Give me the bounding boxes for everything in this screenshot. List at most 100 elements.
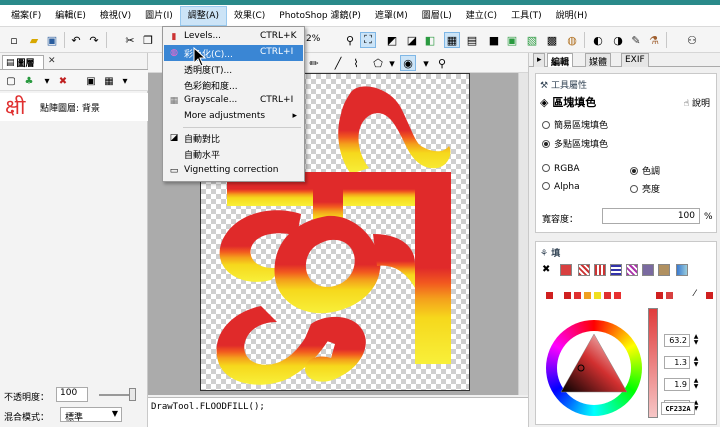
color-swatch[interactable]	[614, 292, 621, 299]
tab-edit[interactable]: 編輯	[547, 53, 574, 68]
menu-item-more-adjustments[interactable]: More adjustments ▸	[164, 109, 303, 125]
fill-tool-icon[interactable]: ◉	[400, 55, 416, 71]
color-swatch[interactable]	[706, 292, 713, 299]
delete-layer-icon[interactable]: ✖	[56, 74, 70, 88]
menu-tools[interactable]: 工具(T)	[504, 6, 549, 26]
flip-icon[interactable]: ◧	[422, 32, 438, 48]
color-swatch[interactable]	[604, 292, 611, 299]
menu-layers[interactable]: 圖層(L)	[415, 6, 459, 26]
brush-icon[interactable]: ✎	[628, 32, 644, 48]
menu-edit[interactable]: 編輯(E)	[48, 6, 93, 26]
layer-row[interactable]: क्षी 點陣圖層: 背景	[0, 93, 148, 121]
saturation-input[interactable]: 1.3	[664, 356, 690, 369]
tab-media[interactable]: 媒體	[585, 53, 612, 68]
redo-icon[interactable]: ↷	[86, 32, 102, 48]
menu-help[interactable]: 說明(H)	[549, 6, 595, 26]
opacity-slider-handle[interactable]	[129, 388, 136, 401]
menu-create[interactable]: 建立(C)	[459, 6, 504, 26]
fit-window-icon[interactable]: ⛶	[360, 32, 376, 48]
radio-alpha[interactable]: Alpha	[542, 182, 580, 192]
dropdown-arrow-icon[interactable]: ▾	[384, 55, 400, 71]
spin-arrows-icon[interactable]: ▲ ▼	[692, 378, 700, 391]
menu-adjust[interactable]: 調整(A)	[179, 5, 227, 26]
menu-item-levels[interactable]: ▮ Levels... CTRL+K	[164, 29, 303, 45]
fill-pattern-swatch[interactable]	[610, 264, 622, 276]
spin-arrows-icon[interactable]: ▲ ▼	[692, 356, 700, 369]
value-input[interactable]: 1.9	[664, 378, 690, 391]
menu-item-grayscale[interactable]: ▦ Grayscale... CTRL+I	[164, 93, 303, 109]
color-wheel[interactable]	[546, 320, 642, 416]
radio-brightness[interactable]: 亮度	[630, 182, 660, 195]
eyedropper-tool-icon[interactable]: ⚲	[434, 55, 450, 71]
layer-settings-icon[interactable]: ▦	[102, 74, 116, 88]
new-file-icon[interactable]: ▫	[6, 32, 22, 48]
rotate-icon[interactable]: ◍	[564, 32, 580, 48]
eyedropper-icon[interactable]: ⁄	[694, 289, 696, 299]
fill-options-icon[interactable]: ▾	[418, 55, 434, 71]
menu-item-saturation[interactable]: 色彩飽和度...	[164, 77, 303, 93]
help-link[interactable]: ☝ 說明	[684, 96, 710, 109]
copy-icon[interactable]: ❐	[140, 32, 156, 48]
image-mode-icon[interactable]: ■	[486, 32, 502, 48]
fill-pattern-swatch[interactable]	[594, 264, 606, 276]
no-fill-icon[interactable]: ✖	[542, 264, 554, 276]
pencil-tool-icon[interactable]: ✏	[306, 55, 322, 71]
menu-item-colorize[interactable]: ◍ 彩色化(C)... CTRL+I	[164, 45, 303, 61]
color-swatch[interactable]	[574, 292, 581, 299]
hue-input[interactable]: 63.2	[664, 334, 690, 347]
scan-icon[interactable]: ▩	[544, 32, 560, 48]
spin-arrows-icon[interactable]: ▲ ▼	[692, 334, 700, 347]
menu-item-auto-contrast[interactable]: ◪ 自動對比	[164, 130, 303, 146]
user-icon[interactable]: ⚇	[684, 32, 700, 48]
fill-image-swatch[interactable]	[658, 264, 670, 276]
menu-photoshop-filters[interactable]: PhotoShop 濾鏡(P)	[272, 6, 368, 26]
color-swatch[interactable]	[546, 292, 553, 299]
menu-mask[interactable]: 遮罩(M)	[368, 6, 415, 26]
color-swatch[interactable]	[564, 292, 571, 299]
menu-item-transparency[interactable]: 透明度(T)...	[164, 61, 303, 77]
layers-view-icon[interactable]: ▤	[464, 32, 480, 48]
radio-hue[interactable]: 色調	[630, 164, 660, 177]
blend-mode-select[interactable]: 標準 ▼	[60, 407, 122, 423]
menu-image[interactable]: 圖片(I)	[138, 6, 180, 26]
color-swatch[interactable]	[584, 292, 591, 299]
tab-menu-icon[interactable]: ▸	[533, 53, 545, 67]
fill-texture-swatch[interactable]	[642, 264, 654, 276]
color-swatch[interactable]	[594, 292, 601, 299]
fill-pattern-swatch[interactable]	[578, 264, 590, 276]
brightness-icon[interactable]: ◑	[610, 32, 626, 48]
vertical-scrollbar[interactable]	[518, 73, 528, 395]
hex-color-input[interactable]: CF232A	[661, 402, 695, 415]
radio-simple-fill[interactable]: 簡易區塊填色	[542, 118, 608, 131]
undo-icon[interactable]: ↶	[68, 32, 84, 48]
tree-icon[interactable]: ♣	[22, 74, 36, 88]
thumbnail-icon[interactable]: ▣	[504, 32, 520, 48]
color-triangle[interactable]	[557, 330, 631, 404]
rotate-left-icon[interactable]: ◩	[384, 32, 400, 48]
new-layer-icon[interactable]: ▢	[4, 74, 18, 88]
save-icon[interactable]: ▣	[44, 32, 60, 48]
radio-multi-fill[interactable]: 多點區塊填色	[542, 137, 608, 150]
zoom-icon[interactable]: ⚲	[342, 32, 358, 48]
menu-item-vignetting[interactable]: ▭ Vignetting correction	[164, 163, 303, 179]
cut-icon[interactable]: ✂	[122, 32, 138, 48]
close-icon[interactable]: ✕	[48, 56, 56, 66]
layer-image-icon[interactable]: ▣	[84, 74, 98, 88]
menu-file[interactable]: 檔案(F)	[4, 6, 48, 26]
menu-view[interactable]: 檢視(V)	[93, 6, 138, 26]
tab-exif[interactable]: EXIF	[621, 53, 649, 67]
color-swatch[interactable]	[666, 292, 673, 299]
contrast-icon[interactable]: ◐	[590, 32, 606, 48]
menu-item-auto-level[interactable]: 自動水平	[164, 146, 303, 162]
radio-rgba[interactable]: RGBA	[542, 164, 580, 174]
tolerance-input[interactable]: 100	[602, 208, 700, 224]
layer-menu-icon[interactable]: ▾	[118, 74, 132, 88]
layers-tab[interactable]: ▤ 圖層	[2, 55, 44, 69]
alpha-slider[interactable]	[648, 308, 658, 418]
fill-pattern-swatch[interactable]	[626, 264, 638, 276]
brush-tool-icon[interactable]: ⌇	[348, 55, 364, 71]
open-folder-icon[interactable]: ▰	[26, 32, 42, 48]
color-swatch[interactable]	[656, 292, 663, 299]
opacity-input[interactable]: 100	[56, 387, 88, 402]
picture-icon[interactable]: ▧	[524, 32, 540, 48]
